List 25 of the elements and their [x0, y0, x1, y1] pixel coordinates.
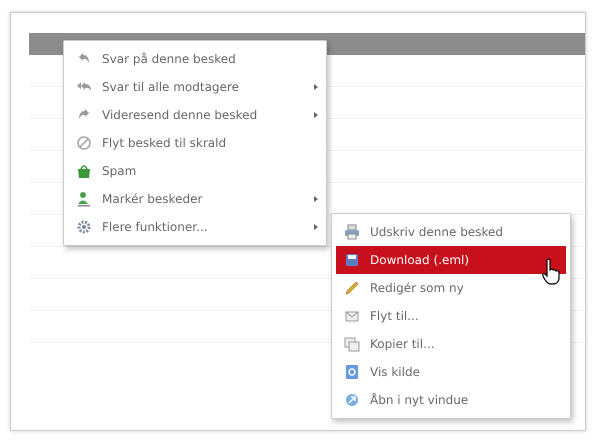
save-icon [344, 252, 360, 268]
gear-icon [76, 219, 92, 235]
pencil-icon [344, 280, 360, 296]
printer-icon [344, 224, 360, 240]
menu-item[interactable]: Flyt besked til skrald [64, 129, 326, 157]
menu-item[interactable]: Flere funktioner... [64, 213, 326, 241]
prohibited-icon [76, 135, 92, 151]
hand-cursor-icon [540, 258, 562, 286]
menu-item[interactable]: Flyt til... [332, 302, 570, 330]
menu-item[interactable]: Redigér som ny [332, 274, 570, 302]
window-icon [344, 392, 360, 408]
menu-item[interactable]: Videresend denne besked [64, 101, 326, 129]
copy-icon [344, 336, 360, 352]
menu-item[interactable]: Spam [64, 157, 326, 185]
basket-icon [76, 163, 92, 179]
menu-item[interactable]: Kopier til... [332, 330, 570, 358]
menu-item[interactable]: Svar på denne besked [64, 45, 326, 73]
menu-item[interactable]: Vis kilde [332, 358, 570, 386]
menu-item[interactable]: Svar til alle modtagere [64, 73, 326, 101]
menu-item[interactable]: Markér beskeder [64, 185, 326, 213]
document-icon [344, 364, 360, 380]
person-icon [76, 191, 92, 207]
menu-item[interactable]: Udskriv denne besked [332, 218, 570, 246]
menu-item[interactable]: Åbn i nyt vindue [332, 386, 570, 414]
menu-item[interactable]: Download (.eml) [336, 246, 566, 274]
